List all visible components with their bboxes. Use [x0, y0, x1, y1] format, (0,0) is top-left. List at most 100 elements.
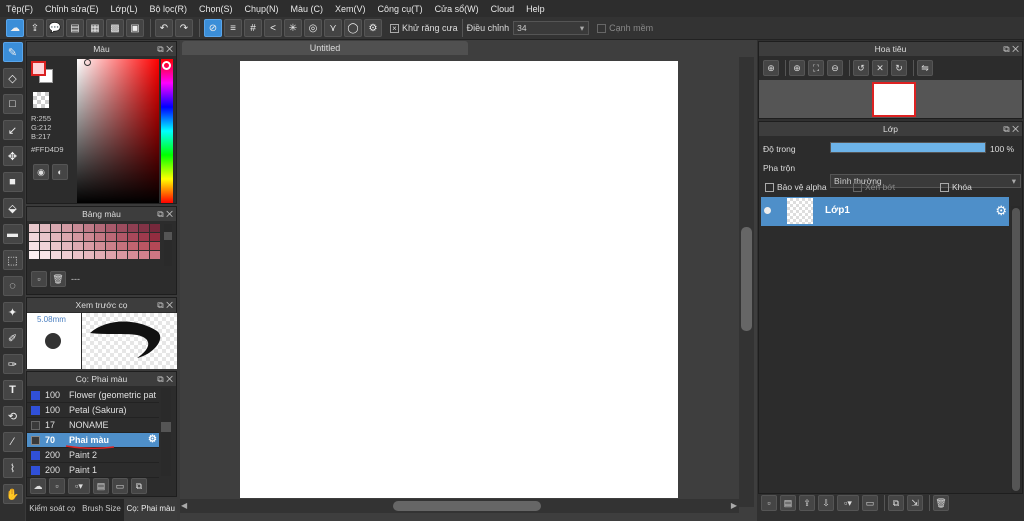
palette-swatch[interactable] [29, 242, 39, 250]
palette-swatch[interactable] [51, 233, 61, 241]
undo-icon[interactable]: ↶ [155, 19, 173, 37]
protect-alpha-toggle[interactable]: Bảo vệ alpha [765, 182, 827, 192]
select-pen-icon[interactable]: ✐ [2, 328, 23, 348]
color-mix-icon[interactable]: ◐ [52, 164, 68, 180]
color-swatches[interactable] [31, 61, 53, 83]
palette-swatch[interactable] [106, 224, 116, 232]
panel-controls-icon[interactable]: ⧉ ✕ [157, 298, 173, 312]
text-icon[interactable]: T [2, 380, 23, 400]
horizontal-scrollbar-thumb[interactable] [393, 501, 541, 511]
palette-swatch[interactable] [117, 224, 127, 232]
parallel-snap-icon[interactable]: ≡ [224, 19, 242, 37]
palette-swatch[interactable] [29, 251, 39, 259]
hue-slider-handle[interactable] [162, 61, 171, 70]
panel-controls-icon[interactable]: ⧉ ✕ [1003, 122, 1019, 136]
gear-icon[interactable]: ⚙ [364, 19, 382, 37]
brush-list-scrollbar-thumb[interactable] [161, 422, 171, 432]
import-layer-icon[interactable]: ⇪ [799, 495, 815, 511]
perspective-snap-icon[interactable]: < [264, 19, 282, 37]
brush-row[interactable]: 200 Paint 2 [27, 448, 159, 463]
add-brush-dropdown-icon[interactable]: ▫▾ [68, 478, 90, 494]
drawing-canvas[interactable] [240, 61, 678, 498]
vertical-scrollbar-thumb[interactable] [741, 227, 752, 331]
palette-swatch[interactable] [150, 242, 160, 250]
menu-layer[interactable]: Lớp(L) [111, 4, 138, 14]
add-layer-dropdown-icon[interactable]: ▫▾ [837, 495, 859, 511]
cloud-icon[interactable]: ☁ [6, 19, 24, 37]
menu-help[interactable]: Help [526, 4, 545, 14]
palette-swatch[interactable] [84, 242, 94, 250]
palette-swatch[interactable] [73, 224, 83, 232]
palette-swatch[interactable] [139, 251, 149, 259]
menu-view[interactable]: Xem(V) [335, 4, 366, 14]
panel-controls-icon[interactable]: ⧉ ✕ [157, 42, 173, 56]
cloud-brush-icon[interactable]: ☁ [30, 478, 46, 494]
palette-swatch[interactable] [84, 224, 94, 232]
palette-swatch[interactable] [95, 224, 105, 232]
palette-scrollbar-thumb[interactable] [164, 232, 172, 240]
lasso-icon[interactable]: ◌ [2, 276, 23, 296]
palette-swatch[interactable] [106, 233, 116, 241]
smooth-edge-checkbox[interactable] [597, 23, 607, 33]
lock-toggle[interactable]: Khóa [940, 182, 972, 192]
page-icon[interactable]: ▦ [86, 19, 104, 37]
fill-rect-icon[interactable]: ■ [2, 172, 23, 192]
eyedropper-icon[interactable]: ⌇ [2, 458, 23, 478]
protect-alpha-checkbox[interactable] [765, 182, 774, 192]
layer-visibility-icon[interactable] [764, 207, 771, 214]
palette-swatch[interactable] [117, 251, 127, 259]
grid-snap-icon[interactable]: # [244, 19, 262, 37]
palette-swatch[interactable] [40, 251, 50, 259]
menu-capture[interactable]: Chụp(N) [245, 4, 279, 14]
delete-layer-trash-icon[interactable]: 🗑 [933, 495, 949, 511]
palette-swatch[interactable] [62, 251, 72, 259]
no-snap-icon[interactable]: ⊘ [204, 19, 222, 37]
antialias-checkbox[interactable]: × [390, 23, 399, 33]
share-icon[interactable]: ⇪ [26, 19, 44, 37]
palette-swatch[interactable] [117, 233, 127, 241]
menu-window[interactable]: Cửa sổ(W) [435, 4, 479, 14]
menu-select[interactable]: Chọn(S) [199, 4, 233, 14]
select-icon[interactable]: ⬚ [2, 250, 23, 270]
color-wheel-icon[interactable]: ◉ [33, 164, 49, 180]
tab-brush-size[interactable]: Brush Size [79, 499, 125, 521]
zoom-out-icon[interactable]: ⊖ [827, 60, 843, 76]
primary-color-swatch[interactable] [31, 61, 46, 76]
divide-icon[interactable]: ⁄ [2, 432, 23, 452]
brush-settings-gear-icon[interactable]: ⚙ [148, 434, 157, 445]
panels-icon[interactable]: ▣ [126, 19, 144, 37]
gradient-icon[interactable]: ▬ [2, 224, 23, 244]
palette-swatch[interactable] [29, 224, 39, 232]
menu-file[interactable]: Tệp(F) [6, 4, 33, 14]
palette-swatch[interactable] [106, 242, 116, 250]
duplicate-layer-icon[interactable]: ⧉ [888, 495, 904, 511]
brush-row-selected[interactable]: 70 Phai màu ⚙ [27, 433, 159, 449]
palette-grid[interactable] [29, 224, 160, 259]
palette-swatch[interactable] [139, 224, 149, 232]
antialias-toggle[interactable]: × Khử răng cưa [390, 23, 458, 33]
scroll-right-icon[interactable]: ▶ [731, 501, 737, 510]
folder-icon[interactable]: ▭ [112, 478, 128, 494]
layer-list-scrollbar[interactable] [1011, 206, 1021, 493]
radial-snap-icon[interactable]: ✳ [284, 19, 302, 37]
brush-properties-icon[interactable]: ▤ [93, 478, 109, 494]
operation-icon[interactable]: ⟲ [2, 406, 23, 426]
smooth-edge-toggle[interactable]: Cạnh mềm [597, 23, 653, 33]
palette-swatch[interactable] [128, 251, 138, 259]
duplicate-icon[interactable]: ⧉ [131, 478, 147, 494]
palette-swatch[interactable] [73, 251, 83, 259]
brush-row[interactable]: 100 Petal (Sakura) [27, 403, 159, 418]
comment-icon[interactable]: ▤ [66, 19, 84, 37]
palette-swatch[interactable] [128, 233, 138, 241]
layer-settings-gear-icon[interactable]: ⚙ [995, 203, 1007, 219]
navigator-preview[interactable] [759, 80, 1022, 118]
rotate-right-icon[interactable]: ↻ [891, 60, 907, 76]
opacity-slider[interactable] [830, 142, 986, 153]
palette-swatch[interactable] [29, 233, 39, 241]
vertical-scrollbar[interactable] [739, 57, 754, 507]
tab-brush-control[interactable]: Kiểm soát cọ [26, 499, 79, 521]
rectangle-select-icon[interactable]: □ [2, 94, 23, 114]
menu-edit[interactable]: Chỉnh sửa(E) [45, 4, 99, 14]
speech-bubble-icon[interactable]: 💬 [46, 19, 64, 37]
menu-filter[interactable]: Bộ lọc(R) [149, 4, 187, 14]
